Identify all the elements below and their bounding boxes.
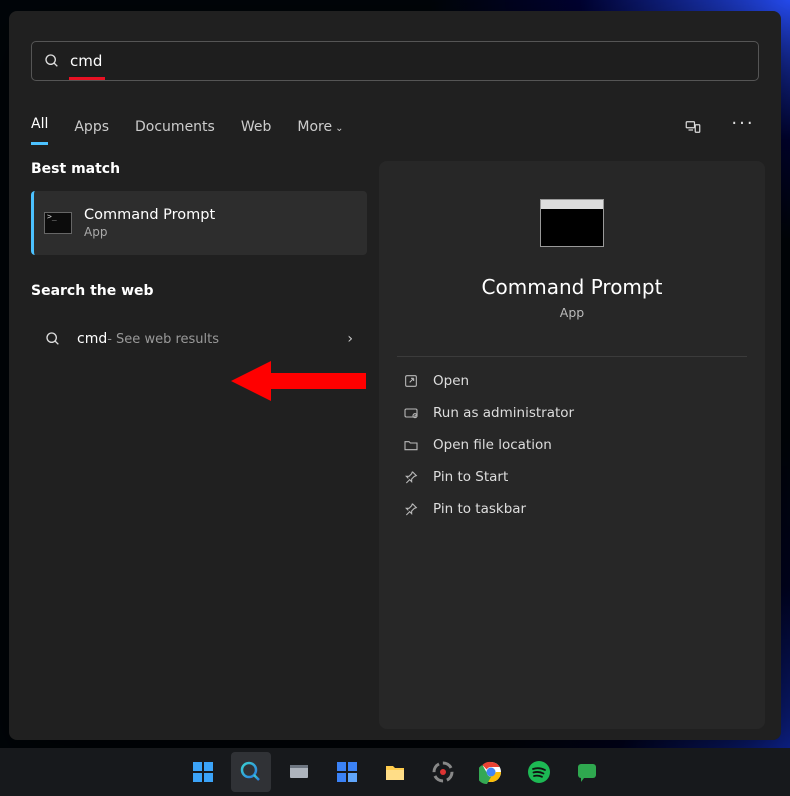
best-match-label: Best match [31, 161, 367, 177]
chevron-down-icon: ⌄ [335, 123, 343, 134]
result-title: Command Prompt [84, 207, 215, 223]
tab-all[interactable]: All [31, 110, 48, 145]
search-web-label: Search the web [31, 283, 367, 299]
pin-icon [403, 501, 419, 517]
taskbar-task-view[interactable] [279, 752, 319, 792]
tab-documents[interactable]: Documents [135, 113, 215, 141]
search-input[interactable] [60, 52, 746, 70]
action-open[interactable]: Open [397, 365, 747, 397]
action-run-admin[interactable]: Run as administrator [397, 397, 747, 429]
admin-icon [403, 405, 419, 421]
web-result[interactable]: cmd - See web results › [31, 313, 367, 365]
start-search-panel: All Apps Documents Web More⌄ ··· Best ma… [9, 11, 781, 740]
ellipsis-icon: ··· [731, 115, 754, 139]
spellcheck-underline [69, 77, 105, 80]
search-icon [45, 331, 61, 347]
search-icon [44, 53, 60, 69]
action-pin-taskbar[interactable]: Pin to taskbar [397, 493, 747, 525]
best-match-result[interactable]: Command Prompt App [31, 191, 367, 255]
chevron-right-icon: › [347, 331, 353, 347]
search-bar[interactable] [31, 41, 759, 81]
action-label: Open file location [433, 437, 552, 453]
pin-icon [403, 469, 419, 485]
tab-more[interactable]: More⌄ [297, 113, 343, 141]
tab-web[interactable]: Web [241, 113, 272, 141]
preview-pane: Command Prompt App Open Run as administr… [379, 161, 765, 729]
web-result-query: cmd [77, 331, 107, 347]
taskbar-app-generic[interactable] [423, 752, 463, 792]
action-pin-start[interactable]: Pin to Start [397, 461, 747, 493]
action-label: Pin to taskbar [433, 501, 526, 517]
taskbar-spotify[interactable] [519, 752, 559, 792]
taskbar-file-explorer[interactable] [375, 752, 415, 792]
results-column: Best match Command Prompt App Search the… [31, 161, 367, 365]
preview-subtitle: App [560, 305, 584, 320]
action-label: Run as administrator [433, 405, 574, 421]
taskbar-start[interactable] [183, 752, 223, 792]
preview-actions: Open Run as administrator Open file loca… [397, 356, 747, 525]
taskbar-search[interactable] [231, 752, 271, 792]
command-prompt-icon [44, 212, 72, 234]
taskbar-widgets[interactable] [327, 752, 367, 792]
filter-tabs: All Apps Documents Web More⌄ ··· [31, 107, 759, 147]
result-subtitle: App [84, 225, 215, 239]
preview-title: Command Prompt [482, 275, 663, 299]
action-label: Pin to Start [433, 469, 508, 485]
taskbar [0, 748, 790, 796]
folder-icon [403, 437, 419, 453]
web-result-hint: - See web results [107, 332, 219, 347]
taskbar-chrome[interactable] [471, 752, 511, 792]
open-icon [403, 373, 419, 389]
preview-app-icon [540, 199, 604, 247]
more-options-button[interactable]: ··· [727, 111, 759, 143]
action-open-location[interactable]: Open file location [397, 429, 747, 461]
taskbar-chat[interactable] [567, 752, 607, 792]
action-label: Open [433, 373, 469, 389]
tab-apps[interactable]: Apps [74, 113, 109, 141]
sync-devices-button[interactable] [677, 111, 709, 143]
